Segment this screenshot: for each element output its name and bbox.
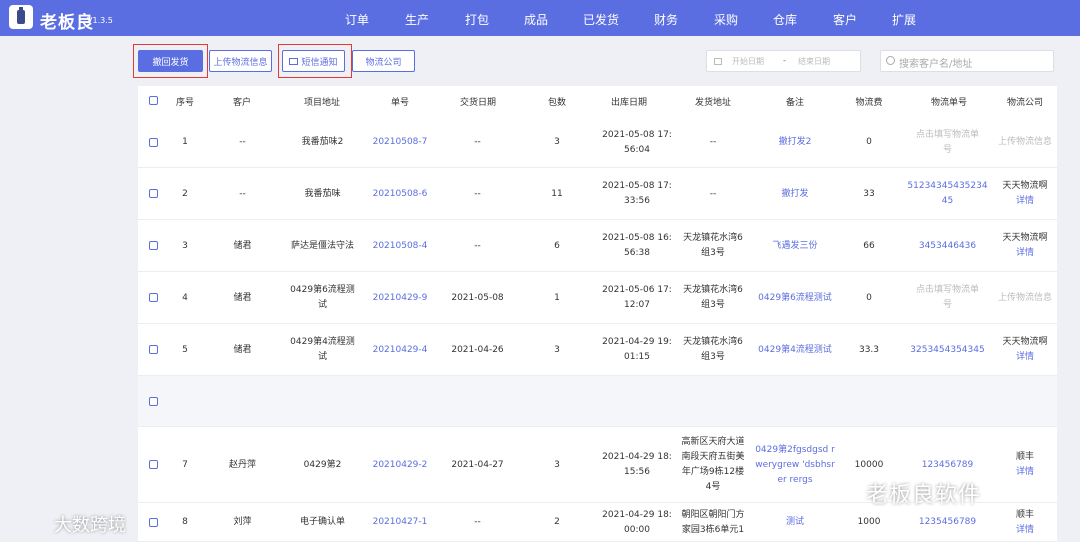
nav-finished-goods[interactable]: 成品 [524, 11, 548, 28]
nav-production[interactable]: 生产 [405, 11, 429, 28]
nav-warehouse[interactable]: 仓库 [773, 11, 797, 28]
calendar-icon [714, 58, 722, 65]
nav-customers[interactable]: 客户 [833, 11, 857, 28]
row-checkbox[interactable] [149, 137, 158, 147]
header-tracking: 物流单号 [930, 98, 967, 108]
upload-logistics-button[interactable]: 上传物流信息 [209, 50, 272, 72]
app-logo-icon [9, 5, 33, 29]
app-version: V1.3.5 [87, 16, 113, 25]
header-delivery-date: 交货日期 [459, 98, 496, 108]
table-row [138, 376, 1057, 427]
header-note: 备注 [785, 98, 804, 108]
nav-orders[interactable]: 订单 [345, 11, 369, 28]
customer-search-input[interactable]: 搜索客户名/地址 [880, 50, 1054, 72]
row-checkbox[interactable] [149, 517, 158, 527]
row-checkbox[interactable] [149, 345, 158, 354]
nav-extensions[interactable]: 扩展 [892, 11, 916, 28]
header-ship-address: 发货地址 [694, 98, 731, 108]
end-date-input[interactable]: 结束日期 [798, 56, 830, 67]
table-row [138, 168, 1057, 220]
row-checkbox[interactable] [149, 460, 158, 469]
search-icon [886, 56, 895, 65]
logistics-company-button[interactable]: 物流公司 [352, 50, 415, 72]
header-out-date: 出库日期 [610, 98, 647, 108]
nav-shipped[interactable]: 已发货 [583, 11, 619, 28]
header-fee: 物流费 [855, 98, 883, 108]
undo-shipment-button[interactable]: 撤回发货 [138, 50, 203, 72]
header-customer: 客户 [232, 98, 251, 108]
sms-notify-button[interactable]: 短信通知 [282, 50, 345, 72]
row-checkbox[interactable] [149, 293, 158, 302]
date-range-picker[interactable]: 开始日期 - 结束日期 [706, 50, 861, 72]
header-project: 项目地址 [303, 98, 340, 108]
table-row [138, 220, 1057, 272]
header-order: 单号 [390, 98, 409, 108]
row-checkbox[interactable] [149, 189, 158, 198]
search-placeholder: 搜索客户名/地址 [899, 59, 973, 70]
sms-notify-label: 短信通知 [301, 57, 338, 68]
table-row [138, 427, 1057, 503]
top-navbar: 老板良 V1.3.5 订单 生产 打包 成品 已发货 财务 采购 仓库 客户 扩… [0, 0, 1080, 36]
select-all-checkbox[interactable] [149, 96, 158, 105]
date-separator: - [783, 56, 786, 65]
nav-purchasing[interactable]: 采购 [714, 11, 738, 28]
watermark-source: 大数跨境 [54, 515, 126, 536]
mail-icon [289, 57, 299, 65]
start-date-input[interactable]: 开始日期 [732, 56, 764, 67]
nav-packing[interactable]: 打包 [465, 11, 489, 28]
table-row [138, 117, 1057, 168]
row-checkbox[interactable] [149, 396, 158, 406]
table-row [138, 324, 1057, 376]
header-company: 物流公司 [1006, 98, 1043, 108]
nav-finance[interactable]: 财务 [654, 11, 678, 28]
table-row [138, 503, 1057, 542]
app-name: 老板良 [40, 13, 94, 33]
header-no: 序号 [175, 98, 194, 108]
header-packs: 包数 [547, 98, 566, 108]
row-checkbox[interactable] [149, 241, 158, 250]
table-row [138, 272, 1057, 324]
